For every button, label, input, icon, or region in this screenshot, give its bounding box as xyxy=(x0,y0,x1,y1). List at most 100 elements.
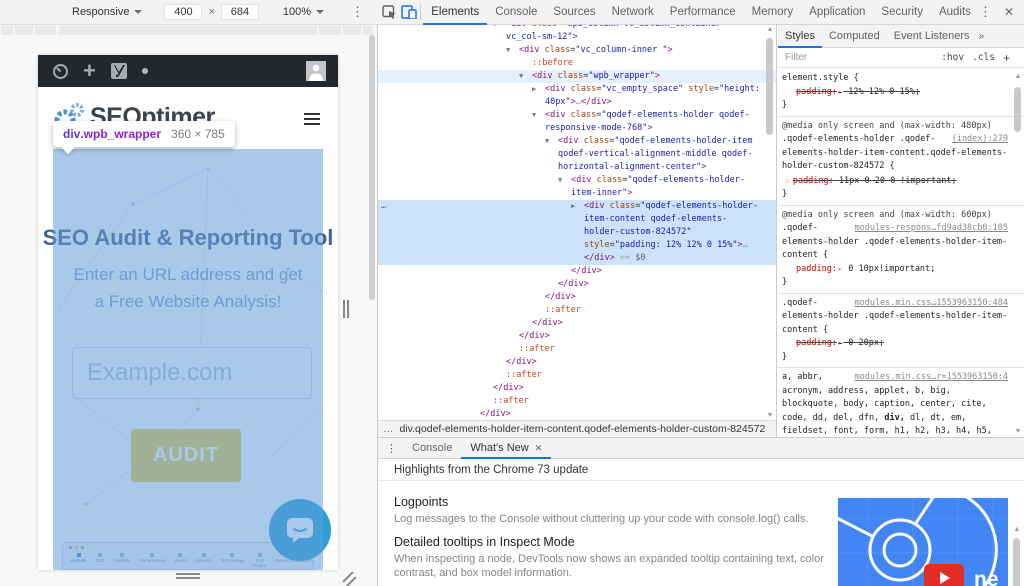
tree-row[interactable]: ▼<div class="wpb_column vc_column_contai… xyxy=(378,25,777,44)
drawer-tab-what-s-new[interactable]: What's New✕ xyxy=(461,438,551,459)
devtools-tab-performance[interactable]: Performance xyxy=(662,0,744,25)
bookmark-stub[interactable] xyxy=(343,26,361,35)
bookmark-stub[interactable] xyxy=(59,26,317,35)
bookmark-stub[interactable] xyxy=(319,26,341,35)
toggle-hov-button[interactable]: :hov xyxy=(941,52,964,63)
viewport-resize-handle-corner[interactable] xyxy=(341,572,355,586)
disclosure-arrow-icon[interactable]: ▼ xyxy=(532,109,536,122)
media-query[interactable]: @media only screen and (max-width: 600px… xyxy=(782,209,1008,223)
speed-gauge-icon[interactable] xyxy=(52,63,69,80)
styles-tab-computed[interactable]: Computed xyxy=(822,25,887,48)
tree-row[interactable]: </div> xyxy=(378,291,777,304)
device-toolbar-menu-icon[interactable]: ⋮ xyxy=(351,4,364,20)
tree-row[interactable]: ▼<div class="qodef-elements-holder-item … xyxy=(378,135,777,174)
tabs-overflow-icon[interactable]: » xyxy=(979,31,985,42)
toggle-device-toolbar-icon[interactable] xyxy=(401,2,417,22)
stylesheet-link[interactable]: modules-respons…fd9ad38cb0:105 xyxy=(854,222,1008,236)
tree-row[interactable]: </div> xyxy=(378,265,777,278)
disclosure-arrow-icon[interactable]: ▶ xyxy=(571,200,575,213)
tree-row[interactable]: ::after xyxy=(378,395,777,408)
hamburger-menu-icon[interactable] xyxy=(304,113,320,128)
device-zoom-dropdown[interactable]: 100% xyxy=(283,6,324,18)
disclosure-arrow-icon[interactable]: ▼ xyxy=(558,174,562,187)
styles-tab-event-listeners[interactable]: Event Listeners xyxy=(887,25,977,48)
tree-row[interactable]: ▼<div class="wpb_wrapper"> xyxy=(378,70,777,83)
scroll-up-icon[interactable]: ▲ xyxy=(1012,526,1022,533)
tree-row[interactable]: ::after xyxy=(378,343,777,356)
stylesheet-link[interactable]: modules.min.css…r=1553963150:4 xyxy=(854,371,1008,385)
device-type-dropdown[interactable]: Responsive xyxy=(72,6,142,18)
drawer-tab-console[interactable]: Console xyxy=(403,438,461,459)
disclosure-arrow-icon[interactable]: ▶ xyxy=(532,83,536,96)
breadcrumb-item[interactable]: div.qodef-elements-holder-item-content.q… xyxy=(400,423,766,435)
tree-row[interactable]: </div> xyxy=(378,382,777,395)
tree-row[interactable]: </div> xyxy=(378,330,777,343)
plus-icon[interactable]: + xyxy=(83,61,96,81)
close-tab-icon[interactable]: ✕ xyxy=(535,438,543,459)
new-style-rule-button[interactable]: + xyxy=(1003,51,1010,65)
css-rule[interactable]: element.style {padding:▸ 12% 12% 0 15%;} xyxy=(778,69,1024,117)
devtools-tab-sources[interactable]: Sources xyxy=(545,0,603,25)
tree-row[interactable]: ::before xyxy=(378,57,777,70)
toggle-cls-button[interactable]: .cls xyxy=(972,52,995,63)
page-scrollbar[interactable] xyxy=(369,35,375,300)
viewport-resize-handle-right[interactable] xyxy=(343,300,351,323)
css-rule[interactable]: modules.min.css…1553963150:484.qodef-ele… xyxy=(778,294,1024,369)
yoast-icon[interactable] xyxy=(110,62,128,80)
avatar[interactable] xyxy=(306,61,326,81)
bookmark-stub[interactable] xyxy=(35,26,56,35)
device-width-input[interactable] xyxy=(164,4,202,20)
devtools-tab-application[interactable]: Application xyxy=(801,0,873,25)
scroll-down-icon[interactable]: ▼ xyxy=(1013,428,1023,435)
devtools-tab-network[interactable]: Network xyxy=(604,0,662,25)
disclosure-arrow-icon[interactable]: ▼ xyxy=(545,135,549,148)
device-height-input[interactable] xyxy=(221,4,259,20)
drawer-scrollbar[interactable]: ▲ ▼ xyxy=(1012,526,1022,586)
devtools-menu-icon[interactable]: ⋮ xyxy=(979,4,992,20)
tree-row[interactable]: ::after xyxy=(378,369,777,382)
bookmark-stub[interactable] xyxy=(15,26,33,35)
tree-row[interactable]: …▶<div class="qodef-elements-holder-item… xyxy=(378,200,777,265)
devtools-tab-audits[interactable]: Audits xyxy=(931,0,979,25)
tree-row[interactable]: </div> xyxy=(378,317,777,330)
tree-row[interactable]: ▼<div class="vc_column-inner "> xyxy=(378,44,777,57)
tree-row[interactable]: ▼<div class="qodef-elements-holder qodef… xyxy=(378,109,777,135)
tree-row[interactable]: ::after xyxy=(378,304,777,317)
css-rule[interactable]: modules.min.css…r=1553963150:4a, abbr, a… xyxy=(778,368,1024,437)
tree-row[interactable]: </div> xyxy=(378,356,777,369)
inspect-element-icon[interactable] xyxy=(382,2,397,22)
tree-row[interactable]: ▶<div class="vc_empty_space" style="heig… xyxy=(378,83,777,109)
devtools-tab-security[interactable]: Security xyxy=(873,0,931,25)
scroll-up-icon[interactable]: ▲ xyxy=(1013,73,1023,80)
css-declaration[interactable]: padding:▸ 0 10px!important; xyxy=(782,263,1008,277)
node-menu-icon[interactable]: … xyxy=(381,200,387,213)
disclosure-arrow-icon[interactable]: ▼ xyxy=(493,25,497,31)
css-declaration[interactable]: padding:▸ 0 20px; xyxy=(782,337,1008,351)
close-icon[interactable]: ✕ xyxy=(1004,5,1014,19)
video-thumbnail[interactable]: ne xyxy=(838,498,1008,586)
chat-widget-button[interactable] xyxy=(269,499,331,561)
bookmark-stub[interactable] xyxy=(1,26,13,35)
url-input[interactable] xyxy=(72,347,312,399)
styles-scrollbar[interactable]: ▲ ▼ xyxy=(1013,69,1023,437)
bookmark-stub[interactable] xyxy=(363,26,373,35)
viewport-resize-handle-bottom[interactable] xyxy=(176,573,200,581)
devtools-tab-elements[interactable]: Elements xyxy=(423,0,487,25)
audit-button[interactable]: AUDIT xyxy=(131,429,241,482)
css-rule[interactable]: @media only screen and (max-width: 600px… xyxy=(778,206,1024,294)
css-declaration[interactable]: padding:▸ 12% 12% 0 15%; xyxy=(782,86,1008,100)
tree-row[interactable]: ▼<div class="qodef-elements-holder-item-… xyxy=(378,174,777,200)
whats-new-item-title[interactable]: Logpoints xyxy=(394,495,828,509)
breadcrumb-overflow[interactable]: … xyxy=(383,423,394,435)
tree-row[interactable]: </div> xyxy=(378,278,777,291)
stylesheet-link[interactable]: modules.min.css…1553963150:484 xyxy=(854,297,1008,311)
devtools-tab-memory[interactable]: Memory xyxy=(744,0,802,25)
scroll-up-icon[interactable]: ▲ xyxy=(765,26,775,33)
css-rule[interactable]: @media only screen and (max-width: 480px… xyxy=(778,117,1024,206)
styles-tab-styles[interactable]: Styles xyxy=(778,25,822,48)
elements-scrollbar[interactable]: ▲ ▼ xyxy=(765,25,775,420)
scroll-down-icon[interactable]: ▼ xyxy=(765,412,775,419)
devtools-tab-console[interactable]: Console xyxy=(487,0,545,25)
media-query[interactable]: @media only screen and (max-width: 480px… xyxy=(782,120,1008,134)
drawer-menu-icon[interactable]: ⋮ xyxy=(386,442,397,455)
